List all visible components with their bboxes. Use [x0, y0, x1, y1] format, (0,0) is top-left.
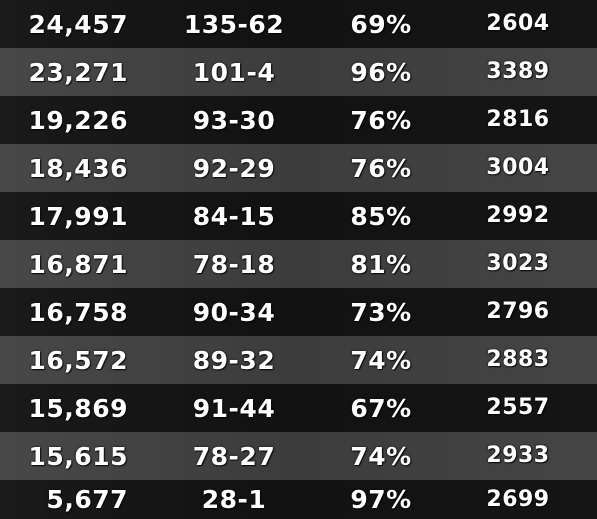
table-row: 16,758 90-34 73% 2796 [0, 288, 597, 336]
rating-cell: 2604 [486, 11, 550, 36]
score-cell: 16,871 [28, 249, 128, 279]
record-cell: 90-34 [192, 297, 276, 327]
percent-cell: 73% [350, 297, 412, 327]
score-cell: 15,615 [28, 441, 128, 471]
rating-cell: 2699 [486, 486, 550, 512]
rating-cell: 2933 [486, 443, 550, 468]
table-row: 18,436 92-29 76% 3004 [0, 144, 597, 192]
record-cell: 101-4 [192, 57, 276, 87]
percent-cell: 96% [350, 57, 412, 87]
score-cell: 17,991 [28, 201, 128, 231]
record-cell: 84-15 [192, 201, 276, 231]
table-row: 23,271 101-4 96% 3389 [0, 48, 597, 96]
table-row: 15,869 91-44 67% 2557 [0, 384, 597, 432]
record-cell: 93-30 [192, 105, 276, 135]
table-row: 24,457 135-62 69% 2604 [0, 0, 597, 48]
record-cell: 92-29 [192, 153, 276, 183]
score-cell: 19,226 [28, 105, 128, 135]
record-cell: 89-32 [192, 345, 276, 375]
table-row: 16,871 78-18 81% 3023 [0, 240, 597, 288]
rating-cell: 2992 [486, 203, 550, 228]
score-cell: 24,457 [28, 9, 128, 39]
rating-cell: 2883 [486, 347, 550, 372]
percent-cell: 76% [350, 153, 412, 183]
table-row: 16,572 89-32 74% 2883 [0, 336, 597, 384]
rating-cell: 2796 [486, 299, 550, 324]
score-cell: 23,271 [28, 57, 128, 87]
score-cell: 5,677 [46, 485, 128, 514]
table-row: 19,226 93-30 76% 2816 [0, 96, 597, 144]
percent-cell: 97% [350, 485, 412, 514]
percent-cell: 74% [350, 441, 412, 471]
score-cell: 15,869 [28, 393, 128, 423]
record-cell: 28-1 [201, 485, 267, 514]
score-cell: 18,436 [28, 153, 128, 183]
rating-cell: 2557 [486, 395, 550, 420]
score-cell: 16,572 [28, 345, 128, 375]
rating-cell: 2816 [486, 107, 550, 132]
record-cell: 78-27 [192, 441, 276, 471]
rating-cell: 3389 [486, 59, 550, 84]
rating-cell: 3023 [486, 251, 550, 276]
table-row: 15,615 78-27 74% 2933 [0, 432, 597, 480]
record-cell: 78-18 [192, 249, 276, 279]
rating-cell: 3004 [486, 155, 550, 180]
record-cell: 135-62 [183, 9, 285, 39]
table-row: 5,677 28-1 97% 2699 [0, 480, 597, 519]
percent-cell: 69% [350, 9, 412, 39]
stats-table: 24,457 135-62 69% 2604 23,271 101-4 96% … [0, 0, 597, 519]
percent-cell: 67% [350, 393, 412, 423]
score-cell: 16,758 [28, 297, 128, 327]
table-row: 17,991 84-15 85% 2992 [0, 192, 597, 240]
percent-cell: 74% [350, 345, 412, 375]
percent-cell: 81% [350, 249, 412, 279]
percent-cell: 85% [350, 201, 412, 231]
record-cell: 91-44 [192, 393, 276, 423]
percent-cell: 76% [350, 105, 412, 135]
